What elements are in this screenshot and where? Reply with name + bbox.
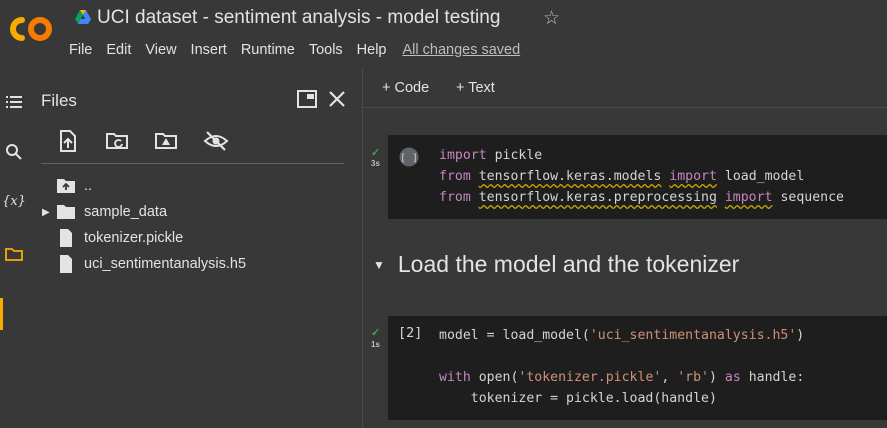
hide-files-icon[interactable] <box>203 128 229 154</box>
menu-tools[interactable]: Tools <box>309 42 343 58</box>
colab-app: UCI dataset - sentiment analysis - model… <box>0 0 887 428</box>
menu-help[interactable]: Help <box>357 42 387 58</box>
code-cell-2[interactable]: [2] model = load_model('uci_sentimentana… <box>388 316 887 420</box>
top-header: UCI dataset - sentiment analysis - model… <box>0 0 887 68</box>
code-line: model = load_model('uci_sentimentanalysi… <box>439 325 804 346</box>
code-cell-1[interactable]: [ ] import pickle from tensorflow.keras.m… <box>388 135 887 219</box>
code-token: import <box>669 169 717 184</box>
code-token: ) <box>708 370 725 385</box>
code-line: tokenizer = pickle.load(handle) <box>439 388 804 409</box>
code-token: with <box>439 370 471 385</box>
collapse-caret-icon[interactable]: ▼ <box>373 258 385 272</box>
code-token: tokenizer = pickle.load(handle) <box>439 391 717 406</box>
add-code-button[interactable]: + Code <box>382 80 429 96</box>
drive-mount-icon[interactable] <box>153 128 179 154</box>
tree-label: sample_data <box>84 204 168 220</box>
code-token: sequence <box>772 190 844 205</box>
notebook-area: + Code + Text ✓ 3s [ ] import pickle from… <box>363 68 887 428</box>
tree-label: uci_sentimentanalysis.h5 <box>84 256 247 272</box>
search-icon[interactable] <box>4 142 24 162</box>
code-line: from tensorflow.keras.preprocessing impo… <box>439 187 844 208</box>
file-icon <box>60 229 72 247</box>
tree-row-tokenizer[interactable]: tokenizer.pickle <box>42 227 183 249</box>
code-token: tensorflow.keras.models <box>478 169 662 184</box>
menu-view[interactable]: View <box>145 42 176 58</box>
upload-icon[interactable] <box>55 128 81 154</box>
menu-edit[interactable]: Edit <box>106 42 131 58</box>
notebook-toolbar: + Code + Text <box>363 68 887 108</box>
code-line: with open('tokenizer.pickle', 'rb') as h… <box>439 367 804 388</box>
code-editor[interactable]: model = load_model('uci_sentimentanalysi… <box>439 325 804 409</box>
toolbar-divider <box>41 163 344 164</box>
execution-count: [2] <box>398 325 423 341</box>
code-token: as <box>724 370 741 385</box>
folder-up-icon <box>57 179 75 193</box>
code-token: 'uci_sentimentanalysis.h5' <box>589 328 797 343</box>
code-token: model = load_model( <box>439 328 590 343</box>
code-token: ) <box>796 328 805 343</box>
code-token: 'tokenizer.pickle' <box>518 370 662 385</box>
active-indicator <box>0 298 3 330</box>
variables-icon[interactable]: {x} <box>2 192 26 212</box>
svg-text:[ ]: [ ] <box>400 153 418 164</box>
run-cell-icon[interactable]: [ ] <box>399 147 419 167</box>
code-editor[interactable]: import pickle from tensorflow.keras.model… <box>439 145 844 208</box>
code-token: tensorflow.keras.preprocessing <box>478 190 717 205</box>
colab-logo-icon[interactable] <box>8 14 54 44</box>
success-check-icon: ✓ <box>371 147 381 159</box>
code-line: from tensorflow.keras.models import load… <box>439 166 844 187</box>
menu-insert[interactable]: Insert <box>191 42 227 58</box>
save-status[interactable]: All changes saved <box>403 42 521 58</box>
menu-bar: File Edit View Insert Runtime Tools Help… <box>69 42 534 58</box>
tree-row-model-file[interactable]: uci_sentimentanalysis.h5 <box>42 253 246 275</box>
folder-icon[interactable] <box>4 244 24 264</box>
tree-row-parent[interactable]: .. <box>42 175 92 197</box>
code-token: from <box>439 190 471 205</box>
file-icon <box>60 255 72 273</box>
tree-label: .. <box>84 178 93 194</box>
notebook-title[interactable]: UCI dataset - sentiment analysis - model… <box>97 7 500 29</box>
tree-row-sample-data[interactable]: ▶ sample_data <box>42 201 167 223</box>
star-icon[interactable]: ☆ <box>543 7 560 30</box>
cell-duration: 1s <box>371 340 380 349</box>
folder-icon <box>57 205 75 219</box>
section-heading: ▼ Load the model and the tokenizer <box>373 251 739 278</box>
code-token: import <box>439 148 487 163</box>
code-token: pickle <box>486 148 543 163</box>
code-token: , <box>661 370 678 385</box>
add-text-button[interactable]: + Text <box>456 80 495 96</box>
code-token: load_model <box>716 169 805 184</box>
open-in-tab-icon[interactable] <box>296 88 318 110</box>
cell-duration: 3s <box>371 159 380 168</box>
files-title: Files <box>41 91 77 110</box>
code-token: open( <box>470 370 519 385</box>
code-token: from <box>439 169 471 184</box>
code-token: 'rb' <box>677 370 709 385</box>
refresh-folder-icon[interactable] <box>104 128 130 154</box>
drive-icon[interactable] <box>75 10 91 24</box>
menu-file[interactable]: File <box>69 42 92 58</box>
files-panel: Files .. ▶ sample_data tokenizer.pickle … <box>28 68 362 428</box>
left-rail: {x} <box>0 68 28 428</box>
toc-icon[interactable] <box>4 92 24 112</box>
expand-caret-icon[interactable]: ▶ <box>42 207 56 218</box>
success-check-icon: ✓ <box>371 327 381 339</box>
code-line: import pickle <box>439 145 844 166</box>
tree-label: tokenizer.pickle <box>84 230 184 246</box>
code-token: handle: <box>740 370 805 385</box>
code-token: import <box>724 190 773 205</box>
section-title: Load the model and the tokenizer <box>397 251 740 277</box>
close-icon[interactable] <box>326 88 348 110</box>
menu-runtime[interactable]: Runtime <box>241 42 295 58</box>
